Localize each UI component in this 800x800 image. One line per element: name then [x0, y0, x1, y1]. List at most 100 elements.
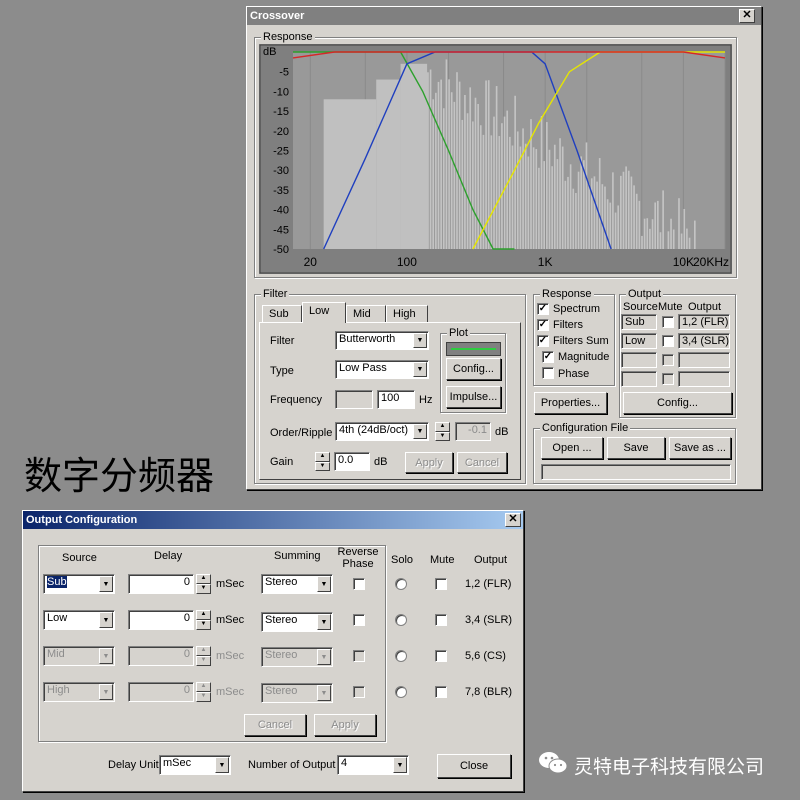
header-source: Source [62, 552, 97, 564]
type-label: Type [270, 365, 294, 377]
delay-input[interactable]: 0 [128, 574, 194, 594]
plot-color-swatch[interactable] [446, 342, 501, 356]
ripple-spinner[interactable]: ▲ ▼ [435, 422, 450, 441]
spectrum-label: Spectrum [553, 303, 601, 315]
mute-checkbox[interactable] [435, 686, 447, 698]
solo-radio[interactable] [395, 614, 407, 626]
spectrum-bar [535, 149, 538, 249]
spectrum-bar [662, 190, 664, 249]
filters-sum-checkbox[interactable]: ✓ [537, 335, 549, 347]
output-config-close-icon[interactable]: ✕ [505, 513, 521, 527]
properties-button[interactable]: Properties... [534, 392, 607, 414]
spin-down-icon: ▼ [196, 656, 211, 666]
mute-checkbox[interactable] [435, 650, 447, 662]
output-config-button[interactable]: Config... [623, 392, 732, 414]
crossover-close-button[interactable]: ✕ [739, 9, 755, 23]
solo-radio[interactable] [395, 650, 407, 662]
header-mute: Mute [430, 554, 455, 566]
spectrum-bar [585, 142, 588, 249]
output-source-cell [621, 352, 657, 368]
summing-select: Stereo ▼ [261, 683, 333, 703]
output-cancel-button[interactable]: Cancel [244, 714, 306, 736]
mute-checkbox[interactable] [435, 614, 447, 626]
spectrum-bar [627, 170, 630, 249]
tab-mid[interactable]: Mid [346, 305, 386, 323]
gain-label: Gain [270, 456, 294, 468]
delay-spinner[interactable]: ▲ ▼ [196, 610, 211, 630]
response-options-label: Response [540, 288, 594, 300]
save-as-button[interactable]: Save as ... [669, 437, 731, 459]
output-source-value: Sub [625, 316, 645, 328]
source-select[interactable]: Low ▼ [43, 610, 115, 630]
summing-value: Stereo [265, 614, 298, 626]
tab-low[interactable]: Low [302, 302, 346, 323]
x-tick-label: 10K [673, 255, 694, 269]
filter-cancel-button[interactable]: Cancel [457, 452, 507, 473]
reverse-phase-checkbox[interactable] [353, 578, 365, 590]
filter-apply-label: Apply [415, 456, 443, 469]
spectrum-checkbox[interactable]: ✓ [537, 303, 549, 315]
plot-config-button[interactable]: Config... [446, 358, 501, 380]
chevron-down-icon: ▼ [413, 333, 427, 348]
solo-radio[interactable] [395, 578, 407, 590]
spectrum-bar [622, 171, 625, 249]
chevron-down-icon: ▼ [393, 757, 407, 773]
mute-checkbox[interactable] [435, 578, 447, 590]
gain-input[interactable]: 0.0 [334, 452, 370, 471]
magnitude-label: Magnitude [558, 351, 610, 363]
output-apply-button[interactable]: Apply [314, 714, 376, 736]
num-output-select[interactable]: 4 ▼ [337, 755, 409, 775]
output-col-mute: Mute [658, 301, 683, 313]
impulse-button[interactable]: Impulse... [446, 386, 501, 408]
filter-cancel-label: Cancel [464, 456, 500, 469]
plot-config-label: Config... [453, 363, 494, 375]
filter-group-label: Filter [261, 288, 290, 300]
filter-label: Filter [270, 335, 295, 347]
summing-select[interactable]: Stereo ▼ [261, 612, 333, 632]
spectrum-bar [524, 143, 527, 249]
solo-radio[interactable] [395, 686, 407, 698]
spectrum-bar [532, 147, 535, 249]
delay-unit-select[interactable]: mSec ▼ [159, 755, 231, 775]
source-select[interactable]: Sub ▼ [43, 574, 115, 594]
spectrum-bar [469, 87, 472, 249]
order-select[interactable]: 4th (24dB/oct) ▼ [335, 422, 429, 441]
delay-spinner[interactable]: ▲ ▼ [196, 574, 211, 594]
output-mute-checkbox[interactable] [662, 316, 674, 328]
delay-input[interactable]: 0 [128, 610, 194, 630]
output-mute-checkbox[interactable] [662, 335, 674, 347]
pass-type-select[interactable]: Low Pass ▼ [335, 360, 429, 379]
open-button[interactable]: Open ... [541, 437, 603, 459]
frequency-input[interactable]: 100 [377, 390, 415, 409]
filter-apply-button[interactable]: Apply [405, 452, 453, 473]
phase-checkbox[interactable] [542, 367, 554, 379]
y-axis-label: dB [263, 46, 276, 58]
filter-type-select[interactable]: Butterworth ▼ [335, 331, 429, 350]
ripple-input: -0.1 [455, 422, 491, 441]
spectrum-bar [612, 172, 614, 249]
source-select: High ▼ [43, 682, 115, 702]
y-tick-label: -15 [273, 106, 289, 118]
filters-checkbox[interactable]: ✓ [537, 319, 549, 331]
magnitude-checkbox[interactable]: ✓ [542, 351, 554, 363]
y-tick-label: -30 [273, 165, 289, 177]
delay-input: 0 [128, 682, 194, 702]
spin-up-icon: ▲ [435, 422, 450, 432]
tab-high[interactable]: High [386, 305, 428, 323]
pass-type-value: Low Pass [339, 362, 387, 374]
output-channel: 3,4 (SLR) [465, 614, 513, 626]
reverse-phase-checkbox[interactable] [353, 614, 365, 626]
output-channel-cell: 1,2 (FLR) [678, 314, 730, 330]
spectrum-bar [657, 200, 659, 249]
save-button[interactable]: Save [607, 437, 665, 459]
delay-spinner: ▲ ▼ [196, 646, 211, 666]
close-button[interactable]: Close [437, 754, 511, 778]
spectrum-bar [680, 233, 683, 249]
chevron-down-icon: ▼ [317, 649, 331, 665]
open-label: Open ... [552, 442, 592, 454]
gain-spinner[interactable]: ▲ ▼ [315, 452, 330, 471]
summing-select[interactable]: Stereo ▼ [261, 574, 333, 594]
spectrum-bar [487, 80, 490, 249]
spectrum-bar [522, 128, 524, 249]
tab-sub[interactable]: Sub [262, 305, 302, 323]
